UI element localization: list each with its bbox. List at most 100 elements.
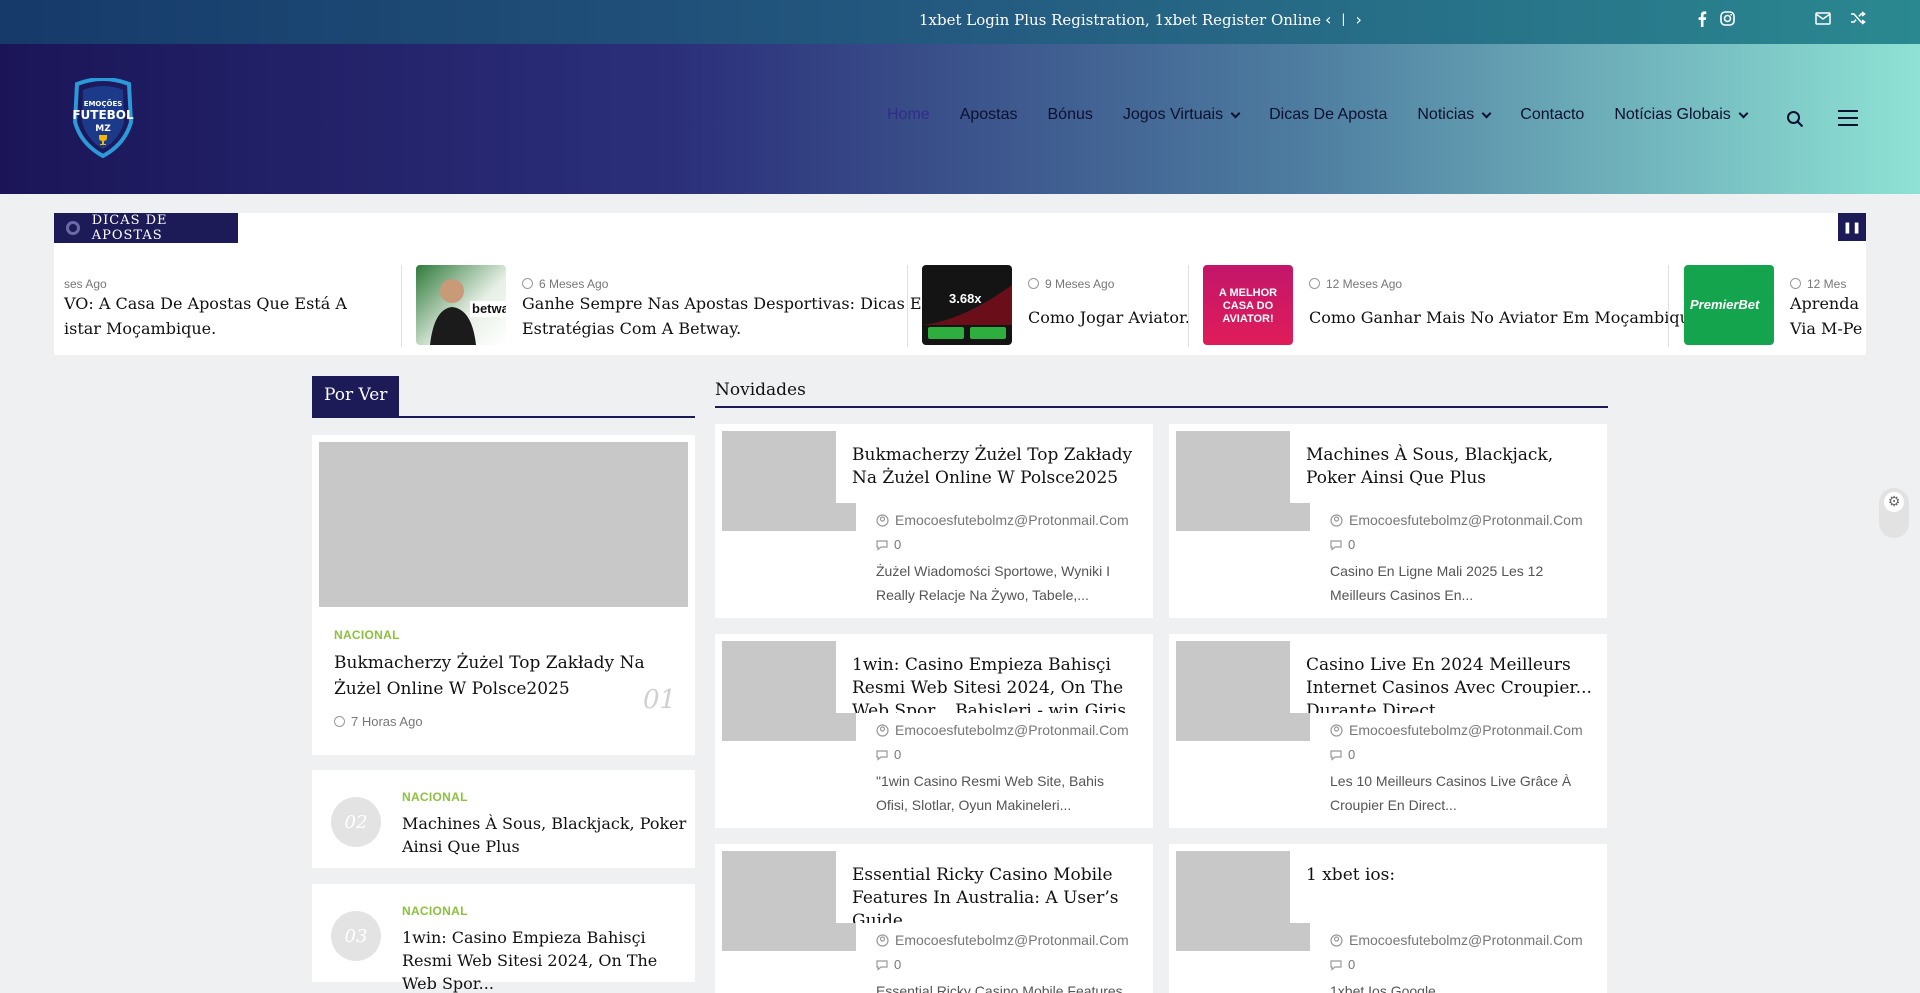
gear-icon[interactable]: ⚙ — [1884, 492, 1904, 512]
post-excerpt: Żużel Wiadomości Sportowe, Wyniki I Real… — [876, 563, 1111, 603]
post-card[interactable]: Essential Ricky Casino Mobile Features I… — [715, 844, 1153, 993]
post-author[interactable]: Emocoesfutebolmz@Protonmail.Com — [876, 512, 1129, 528]
clock-icon — [1790, 278, 1801, 289]
post-card[interactable]: 1win: Casino Empieza Bahisçi Resmi Web S… — [715, 634, 1153, 828]
post-title[interactable]: Machines À Sous, Blackjack, Poker Ainsi … — [1290, 431, 1593, 503]
main-navigation: Home Apostas Bónus Jogos Virtuais Dicas … — [887, 106, 1777, 124]
betting-tips-ticker: DICAS DE APOSTAS ❚❚ ses Ago VO: A Casa D… — [54, 213, 1866, 355]
por-ver-item-title[interactable]: Machines À Sous, Blackjack, Poker Ainsi … — [402, 812, 687, 858]
topbar-headline-link[interactable]: 1xbet Login Plus Registration, 1xbet Reg… — [919, 11, 1321, 29]
comment-icon — [1330, 750, 1342, 761]
user-icon — [876, 514, 889, 527]
featured-title[interactable]: Bukmacherzy Żużel Top Zakłady Na Żużel O… — [334, 650, 674, 702]
clock-icon — [522, 278, 533, 289]
post-comments[interactable]: 0 — [1330, 747, 1355, 762]
nav-jogos-virtuais[interactable]: Jogos Virtuais — [1122, 106, 1241, 124]
nav-label: Apostas — [959, 106, 1018, 123]
nav-bonus[interactable]: Bónus — [1048, 106, 1093, 124]
novidades-heading: Novidades — [715, 380, 1608, 408]
chevron-down-icon — [1230, 108, 1241, 118]
post-title[interactable]: Casino Live En 2024 Meilleurs Internet C… — [1290, 641, 1593, 713]
post-title[interactable]: Bukmacherzy Żużel Top Zakłady Na Żużel O… — [836, 431, 1139, 503]
user-icon — [1330, 934, 1343, 947]
nav-home[interactable]: Home — [887, 106, 930, 124]
nav-label: Dicas De Aposta — [1269, 106, 1388, 123]
post-time: 7 Horas Ago — [334, 714, 423, 729]
post-author[interactable]: Emocoesfutebolmz@Protonmail.Com — [876, 722, 1129, 738]
logo-text-top: EMOÇÕES — [84, 99, 123, 108]
pause-icon[interactable]: ❚❚ — [1838, 213, 1866, 241]
facebook-icon[interactable] — [1697, 11, 1707, 31]
ticker-item[interactable]: ses Ago VO: A Casa De Apostas Que Está A… — [64, 265, 394, 347]
next-headline-button[interactable]: › — [1355, 10, 1361, 29]
nav-apostas[interactable]: Apostas — [960, 106, 1018, 124]
nav-noticias[interactable]: Noticias — [1417, 106, 1492, 124]
post-comments[interactable]: 0 — [1330, 957, 1355, 972]
comment-icon — [876, 960, 888, 971]
por-ver-item[interactable]: 03 NACIONAL 1win: Casino Empieza Bahisçi… — [312, 884, 695, 993]
por-ver-tab[interactable]: Por Ver — [312, 376, 400, 416]
settings-toggle[interactable]: ⚙ — [1879, 488, 1909, 538]
ticker-item-title: Ganhe Sempre Nas Apostas Desportivas: Di… — [522, 294, 922, 338]
post-author[interactable]: Emocoesfutebolmz@Protonmail.Com — [876, 932, 1129, 948]
betway-logo-text: betwa — [472, 301, 506, 316]
ticker-item[interactable]: A MELHOR CASA DO AVIATOR! 12 Meses Ago C… — [1203, 265, 1699, 347]
ticker-divider — [1188, 265, 1189, 347]
post-comments[interactable]: 0 — [1330, 537, 1355, 552]
featured-image-placeholder[interactable] — [319, 442, 688, 607]
post-author[interactable]: Emocoesfutebolmz@Protonmail.Com — [1330, 932, 1583, 948]
post-card[interactable]: Casino Live En 2024 Meilleurs Internet C… — [1169, 634, 1607, 828]
ticker-item-title: Aprenda Via M-Pe — [1790, 294, 1863, 338]
ticker-item-time: 6 Meses Ago — [522, 277, 608, 291]
category-badge[interactable]: NACIONAL — [402, 790, 468, 804]
nav-dicas-de-aposta[interactable]: Dicas De Aposta — [1269, 106, 1387, 124]
search-icon[interactable] — [1786, 110, 1804, 128]
user-icon — [876, 934, 889, 947]
ticker-item-thumbnail: PremierBet — [1684, 265, 1774, 345]
multiplier-text: 3.68x — [949, 291, 982, 306]
menu-icon[interactable] — [1838, 110, 1858, 126]
post-comments[interactable]: 0 — [876, 957, 901, 972]
post-card[interactable]: Machines À Sous, Blackjack, Poker Ainsi … — [1169, 424, 1607, 618]
ticker-item-thumbnail: A MELHOR CASA DO AVIATOR! — [1203, 265, 1293, 345]
por-ver-item-title[interactable]: 1win: Casino Empieza Bahisçi Resmi Web S… — [402, 926, 687, 993]
headline-separator: | — [1341, 12, 1346, 26]
nav-contacto[interactable]: Contacto — [1520, 106, 1584, 124]
post-card[interactable]: 1 xbet ios: Emocoesfutebolmz@Protonmail.… — [1169, 844, 1607, 993]
ticker-item-title: Como Jogar Aviator. — [1028, 308, 1190, 327]
post-title[interactable]: 1win: Casino Empieza Bahisçi Resmi Web S… — [836, 641, 1139, 713]
por-ver-featured-card[interactable]: NACIONAL Bukmacherzy Żużel Top Zakłady N… — [312, 435, 695, 755]
post-comments[interactable]: 0 — [876, 537, 901, 552]
rank-number: 03 — [331, 911, 381, 961]
post-title[interactable]: 1 xbet ios: — [1290, 851, 1593, 923]
ticker-label: DICAS DE APOSTAS — [54, 213, 238, 243]
prev-headline-button[interactable]: ‹ — [1325, 10, 1331, 29]
post-card[interactable]: Bukmacherzy Żużel Top Zakłady Na Żużel O… — [715, 424, 1153, 618]
post-comments[interactable]: 0 — [876, 747, 901, 762]
nav-label: Notícias Globais — [1614, 106, 1731, 123]
ticker-item-title: Como Ganhar Mais No Aviator Em Moçambiqu… — [1309, 308, 1700, 327]
ticker-item-thumbnail: 3.68x — [922, 265, 1012, 345]
category-badge[interactable]: NACIONAL — [334, 628, 400, 642]
instagram-icon[interactable] — [1720, 11, 1735, 30]
site-logo[interactable]: EMOÇÕES FUTEBOL MZ — [65, 77, 141, 159]
mail-icon[interactable] — [1815, 11, 1831, 29]
chevron-down-icon — [1738, 108, 1749, 118]
shuffle-icon[interactable] — [1850, 11, 1866, 29]
nav-noticias-globais[interactable]: Notícias Globais — [1614, 106, 1749, 124]
top-bar: 1xbet Login Plus Registration, 1xbet Reg… — [0, 0, 1920, 44]
comment-icon — [876, 540, 888, 551]
ticker-item[interactable]: betwa 6 Meses Ago Ganhe Sempre Nas Apost… — [416, 265, 922, 347]
comment-icon — [876, 750, 888, 761]
category-badge[interactable]: NACIONAL — [402, 904, 468, 918]
por-ver-item[interactable]: 02 NACIONAL Machines À Sous, Blackjack, … — [312, 770, 695, 868]
post-author[interactable]: Emocoesfutebolmz@Protonmail.Com — [1330, 512, 1583, 528]
nav-label: Jogos Virtuais — [1122, 106, 1224, 123]
ticker-item-time: ses Ago — [64, 277, 107, 291]
ticker-item[interactable]: PremierBet 12 Mes Aprenda Via M-Pe — [1684, 265, 1866, 347]
post-title[interactable]: Essential Ricky Casino Mobile Features I… — [836, 851, 1139, 923]
ticker-item[interactable]: 3.68x 9 Meses Ago Como Jogar Aviator. — [922, 265, 1190, 347]
rank-number: 01 — [643, 685, 677, 715]
nav-label: Contacto — [1520, 106, 1585, 123]
post-author[interactable]: Emocoesfutebolmz@Protonmail.Com — [1330, 722, 1583, 738]
